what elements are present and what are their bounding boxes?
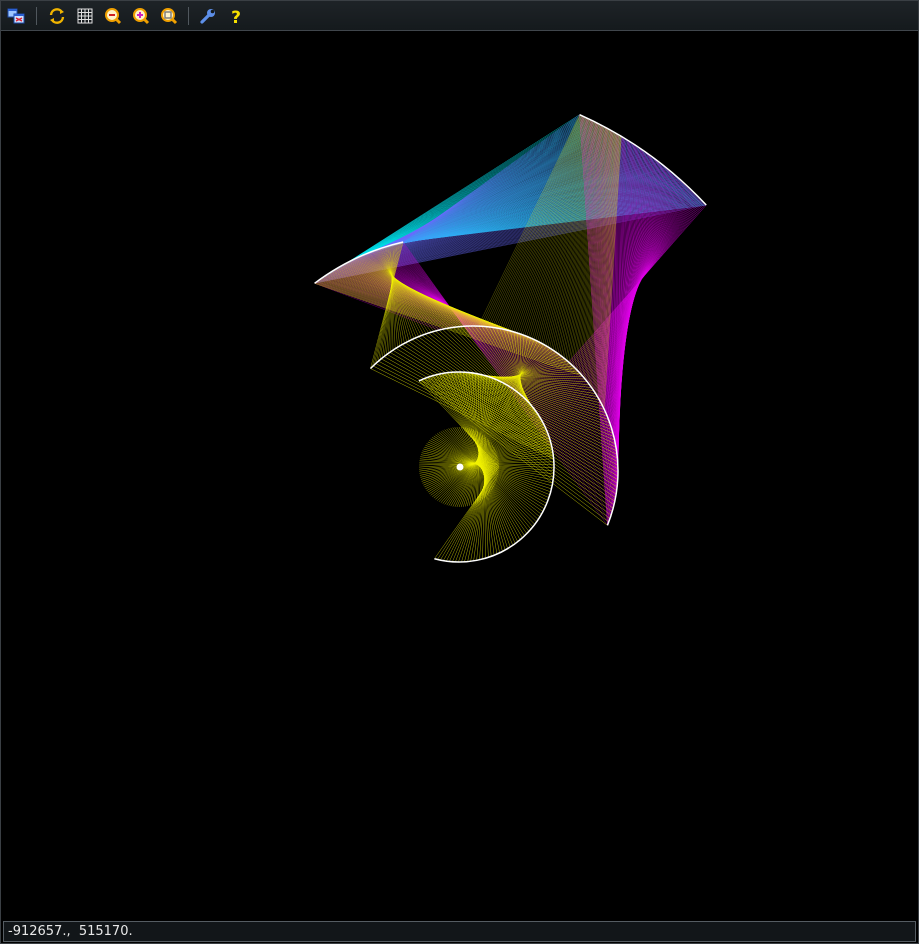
open-windows-icon[interactable]	[5, 5, 27, 27]
status-bar: -912657., 515170.	[3, 921, 916, 942]
refresh-icon[interactable]	[46, 5, 68, 27]
grid-icon[interactable]	[74, 5, 96, 27]
drawing-canvas[interactable]	[1, 31, 918, 919]
string-art-drawing	[314, 114, 707, 563]
toolbar-separator	[188, 7, 189, 25]
wrench-icon[interactable]	[197, 5, 219, 27]
toolbar-separator	[36, 7, 37, 25]
center-point[interactable]	[456, 463, 464, 471]
toolbar: ?	[1, 1, 918, 31]
question-icon[interactable]: ?	[225, 5, 247, 27]
coordinate-readout: -912657., 515170.	[8, 924, 133, 939]
string-lines	[314, 114, 707, 563]
zoom-in-icon[interactable]	[102, 5, 124, 27]
svg-text:?: ?	[231, 8, 241, 25]
app-window: ? -912657., 515170.	[0, 0, 919, 944]
zoom-out-icon[interactable]	[130, 5, 152, 27]
zoom-fit-icon[interactable]	[158, 5, 180, 27]
